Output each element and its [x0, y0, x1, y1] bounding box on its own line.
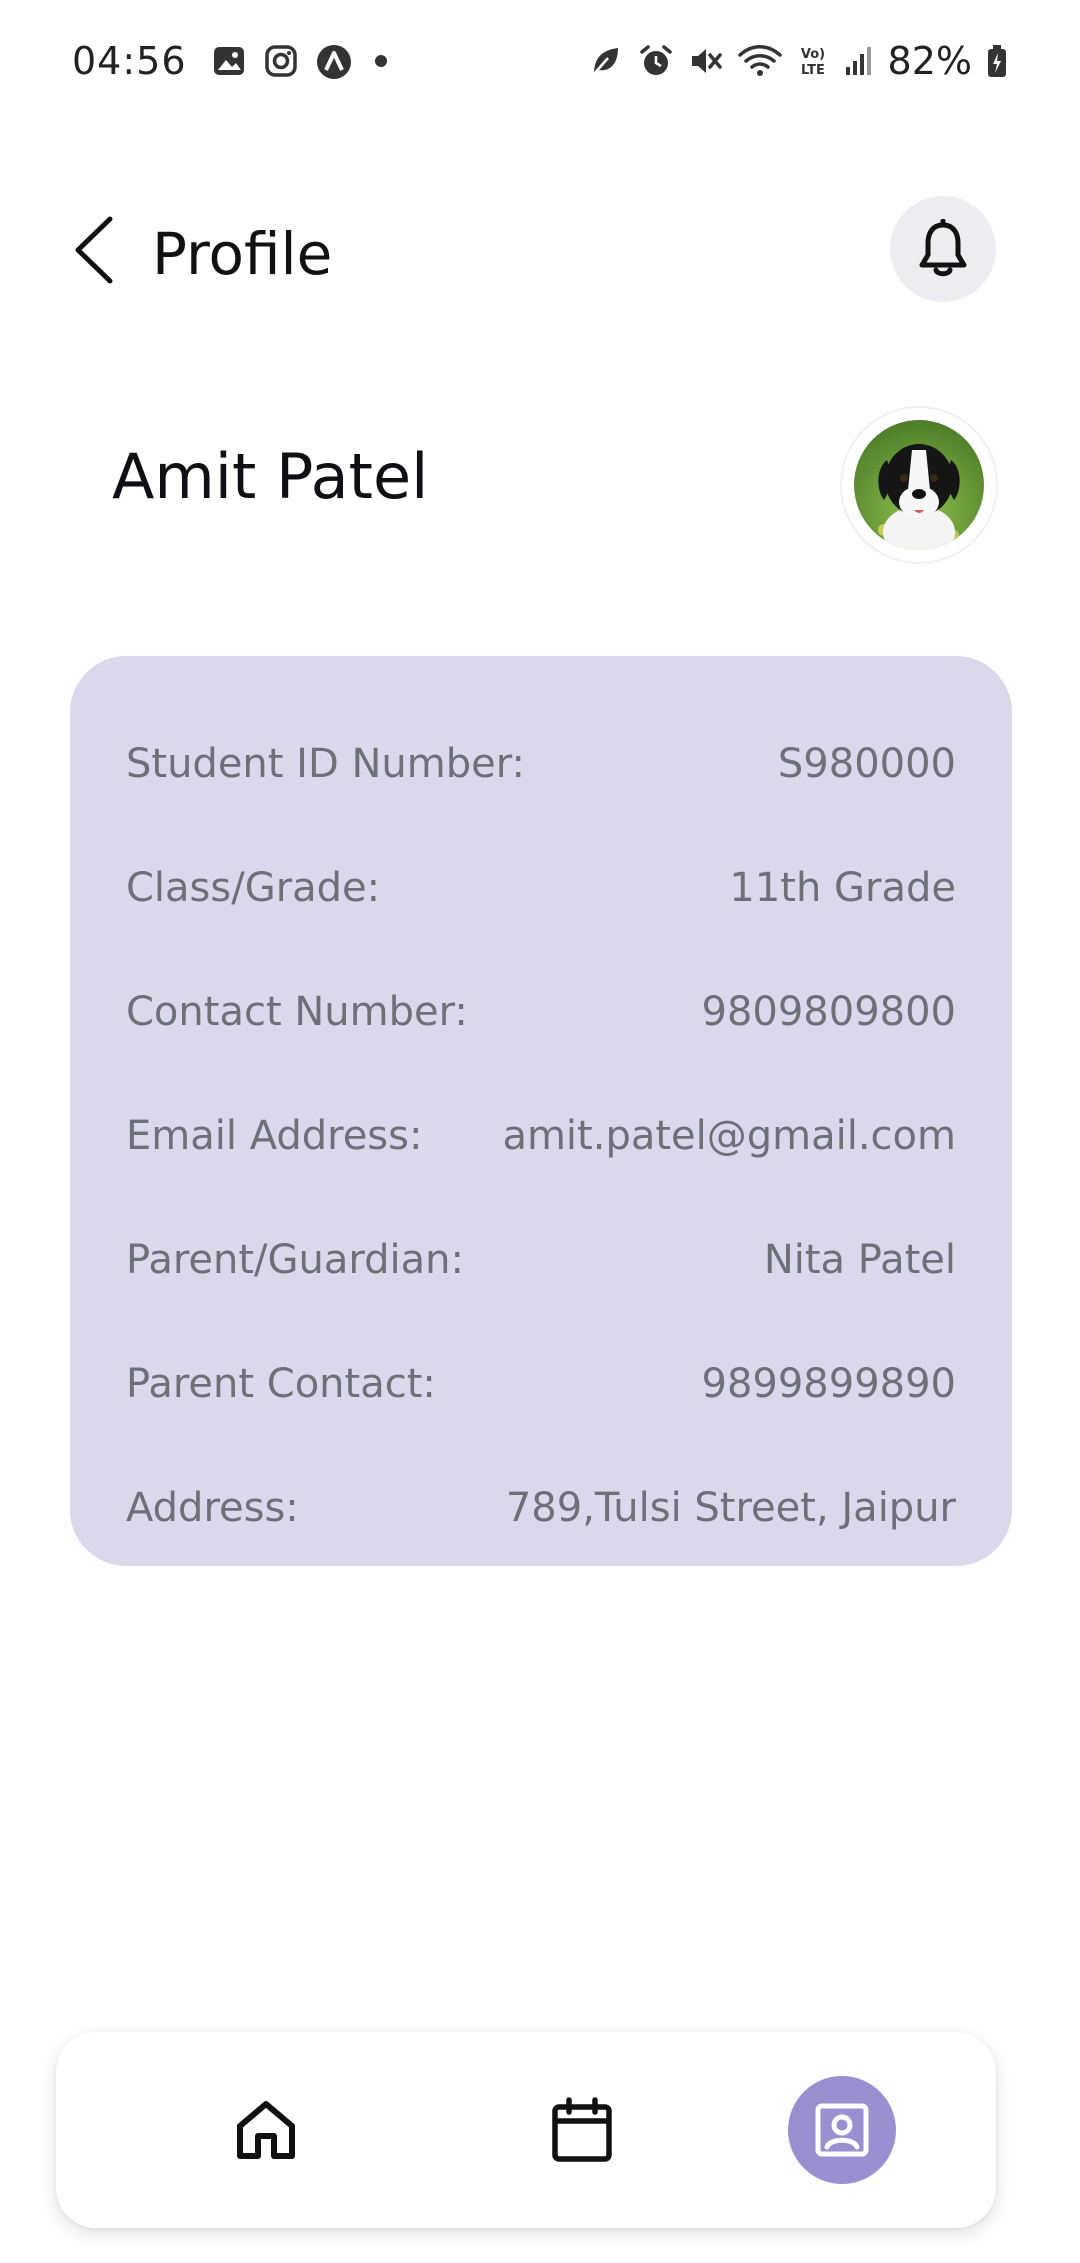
profile-icon: [815, 2103, 869, 2157]
chevron-left-icon: [75, 216, 113, 284]
detail-label: Student ID Number:: [126, 741, 525, 787]
bottom-nav: [56, 2032, 996, 2228]
volte-icon: Vo) LTE: [796, 43, 830, 79]
detail-value: 789,Tulsi Street, Jaipur: [505, 1485, 956, 1531]
leaf-icon: [588, 43, 624, 79]
nav-calendar-button[interactable]: [528, 2076, 636, 2184]
battery-icon: [986, 43, 1008, 79]
detail-value: amit.patel@gmail.com: [502, 1113, 956, 1159]
avatar-image: [854, 420, 984, 550]
profile-screen: 04:56 Vo) LTE 82% Profile Amit Patel Stu…: [0, 0, 1080, 2263]
detail-value: S980000: [777, 741, 956, 787]
home-icon: [237, 2101, 295, 2159]
app-icon: [315, 43, 351, 79]
detail-label: Email Address:: [126, 1113, 423, 1159]
detail-value: Nita Patel: [763, 1237, 956, 1283]
detail-label: Address:: [126, 1485, 299, 1531]
detail-value: 9899899890: [701, 1361, 957, 1407]
instagram-icon: [263, 43, 299, 79]
battery-percent: 82%: [887, 39, 972, 83]
detail-label: Contact Number:: [126, 989, 468, 1035]
detail-row-email: Email Address: amit.patel@gmail.com: [126, 1074, 956, 1198]
svg-text:Vo): Vo): [800, 47, 824, 62]
detail-row-contact: Contact Number: 9809809800: [126, 950, 956, 1074]
calendar-icon: [552, 2097, 612, 2162]
detail-label: Class/Grade:: [126, 865, 381, 911]
page-title: Profile: [152, 220, 333, 288]
gallery-icon: [211, 43, 247, 79]
detail-row-class: Class/Grade: 11th Grade: [126, 826, 956, 950]
status-time: 04:56: [72, 39, 187, 83]
detail-row-student-id: Student ID Number: S980000: [126, 702, 956, 826]
status-bar-right: Vo) LTE 82%: [588, 34, 1008, 88]
detail-row-parent: Parent/Guardian: Nita Patel: [126, 1198, 956, 1322]
svg-text:LTE: LTE: [801, 63, 825, 78]
alarm-icon: [638, 43, 674, 79]
signal-icon: [844, 43, 874, 79]
back-button[interactable]: [62, 208, 126, 292]
mute-icon: [688, 43, 724, 79]
nav-profile-button[interactable]: [788, 2076, 896, 2184]
student-details-card: Student ID Number: S980000 Class/Grade: …: [70, 656, 1012, 1566]
wifi-icon: [737, 43, 782, 79]
avatar[interactable]: [840, 406, 998, 564]
header: Profile: [0, 190, 1080, 310]
status-bar-left: 04:56: [72, 34, 387, 88]
nav-home-button[interactable]: [212, 2076, 320, 2184]
detail-label: Parent/Guardian:: [126, 1237, 464, 1283]
user-name: Amit Patel: [112, 440, 429, 513]
detail-value: 9809809800: [701, 989, 957, 1035]
status-bar: 04:56 Vo) LTE 82%: [0, 0, 1080, 120]
notifications-button[interactable]: [890, 196, 996, 302]
detail-value: 11th Grade: [729, 865, 956, 911]
detail-row-address: Address: 789,Tulsi Street, Jaipur: [126, 1446, 956, 1570]
notification-dot-icon: [374, 55, 387, 67]
detail-row-parent-contact: Parent Contact: 9899899890: [126, 1322, 956, 1446]
bell-icon: [919, 219, 967, 277]
detail-label: Parent Contact:: [126, 1361, 436, 1407]
